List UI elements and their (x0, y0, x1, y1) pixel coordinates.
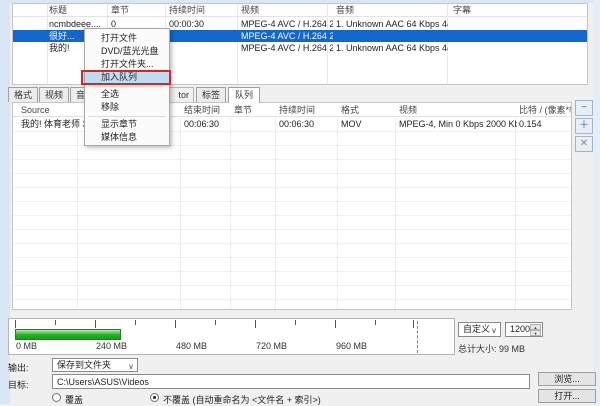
cell-format: MOV (341, 119, 362, 129)
column-header-duration[interactable]: 持续时间 (279, 103, 337, 116)
menu-item-media-info[interactable]: 媒体信息 (85, 131, 169, 144)
total-size-label: 总计大小: (458, 344, 497, 354)
cell-video: MPEG-4 AVC / H.264 25.0... (241, 19, 333, 29)
grid-line (275, 118, 276, 309)
queue-add-button[interactable]: ＋ (575, 118, 593, 134)
cell-video: MPEG-4 AVC / H.264 25.0... (241, 31, 333, 41)
size-limit-line (417, 321, 418, 353)
grid-line (180, 118, 181, 309)
cell-bits-per-pixel: 0.154 (519, 119, 542, 129)
cell-video: MPEG-4 AVC / H.264 25.0... (241, 43, 333, 53)
size-spinner[interactable]: 1200 ▲ ▼ (505, 322, 543, 337)
total-size: 总计大小: 99 MB (458, 342, 525, 355)
scale-label: 240 MB (96, 341, 128, 351)
ruler-tick (295, 320, 296, 325)
overwrite-label: 覆盖 (65, 395, 84, 405)
column-header-chapter[interactable]: 章节 (234, 103, 276, 116)
column-header-bits-per-pixel[interactable]: 比特 / (像素*帧) (519, 103, 571, 116)
target-path-input[interactable] (52, 374, 530, 389)
source-table-header: 标题 章节 持续时间 视频 音频 字幕 (13, 4, 587, 17)
ruler-tick (215, 320, 216, 325)
no-overwrite-label: 不覆盖 (自动重命名为 <文件名 + 索引>) (163, 395, 321, 405)
scale-label: 0 MB (16, 341, 38, 351)
cell-audio: 1. Unknown AAC 64 Kbps 44100 Hz ... (336, 19, 448, 29)
column-header-end-time[interactable]: 结束时间 (184, 103, 232, 116)
preset-dropdown[interactable]: 自定义 ∨ (458, 322, 501, 337)
queue-move-up-button[interactable]: − (575, 100, 593, 116)
tab-labels[interactable]: 标签 (196, 87, 226, 102)
context-menu: 打开文件 DVD/蓝光光盘 打开文件夹... 加入队列 全选 移除 显示章节 媒… (81, 28, 171, 146)
menu-item-show-chapters[interactable]: 显示章节 (85, 118, 169, 131)
spinner-down-icon[interactable]: ▼ (530, 330, 541, 336)
scale-label: 480 MB (176, 341, 208, 351)
size-value: 1200 (510, 324, 531, 334)
window-frame-right (593, 0, 600, 404)
ruler-tick (55, 320, 56, 325)
chevron-down-icon: ∨ (128, 362, 134, 371)
ruler-tick (255, 320, 256, 328)
ruler-tick (135, 320, 136, 325)
column-header-video[interactable]: 视频 (241, 4, 333, 16)
cell-end-time: 00:06:30 (184, 119, 220, 129)
open-button[interactable]: 打开... (538, 389, 596, 403)
total-size-value: 99 MB (499, 344, 526, 354)
grid-line (395, 118, 396, 309)
column-header-format[interactable]: 格式 (341, 103, 395, 116)
menu-item-remove[interactable]: 移除 (85, 101, 169, 114)
output-label: 输出: (8, 363, 29, 373)
grid-line (77, 118, 78, 309)
column-header-audio[interactable]: 音频 (336, 4, 448, 16)
tab-queue[interactable]: 队列 (228, 87, 260, 103)
size-progress-bar (15, 329, 121, 340)
menu-item-dvd-bluray[interactable]: DVD/蓝光光盘 (85, 45, 169, 58)
preset-value: 自定义 (463, 324, 491, 334)
ruler-tick (335, 320, 336, 328)
scale-label: 720 MB (256, 341, 288, 351)
grid-line (230, 118, 231, 309)
output-mode-value: 保存到文件夹 (57, 360, 112, 370)
cell-duration: 00:00:30 (169, 19, 205, 29)
menu-item-label: 加入队列 (101, 72, 138, 82)
scale-label: 960 MB (336, 341, 368, 351)
chevron-down-icon: ∨ (491, 326, 497, 335)
ruler-tick (375, 320, 376, 325)
tab-format[interactable]: 格式 (8, 87, 38, 102)
cell-audio: 1. Unknown AAC 64 Kbps 44100 Hz ... (336, 43, 448, 53)
overwrite-radio[interactable] (52, 393, 61, 402)
grid-line (337, 118, 338, 309)
column-header-chapter[interactable]: 章节 (111, 4, 161, 16)
cell-duration: 00:06:30 (279, 119, 315, 129)
queue-remove-button[interactable]: ✕ (575, 136, 593, 152)
column-header-video[interactable]: 视频 (399, 103, 517, 116)
target-label: 目标: (8, 380, 29, 390)
ruler-tick (15, 320, 16, 328)
menu-item-open-file[interactable]: 打开文件 (85, 32, 169, 45)
tab-video[interactable]: 视频 (39, 87, 69, 102)
no-overwrite-radio[interactable] (150, 393, 159, 402)
ruler-tick (95, 320, 96, 328)
queue-table-body: 我的! 体育老师 32.4 00:06:30 00:06:30 MOV MPEG… (13, 118, 571, 309)
ruler-tick (175, 320, 176, 328)
size-ruler-panel: 0 MB 240 MB 480 MB 720 MB 960 MB (8, 318, 455, 355)
output-mode-dropdown[interactable]: 保存到文件夹 ∨ (52, 358, 138, 372)
column-header-duration[interactable]: 持续时间 (169, 4, 233, 16)
menu-item-add-to-queue[interactable]: 加入队列 (81, 70, 171, 85)
browse-button[interactable]: 浏览... (538, 372, 596, 386)
menu-item-select-all[interactable]: 全选 (85, 88, 169, 101)
menu-item-open-folder[interactable]: 打开文件夹... (85, 58, 169, 71)
grid-line (515, 118, 516, 309)
ruler-tick (413, 320, 414, 328)
column-header-subtitle[interactable]: 字幕 (453, 4, 583, 16)
column-header-title[interactable]: 标题 (49, 4, 107, 16)
cell-video: MPEG-4, Min 0 Kbps 2000 Kbps Max ... (399, 119, 517, 129)
